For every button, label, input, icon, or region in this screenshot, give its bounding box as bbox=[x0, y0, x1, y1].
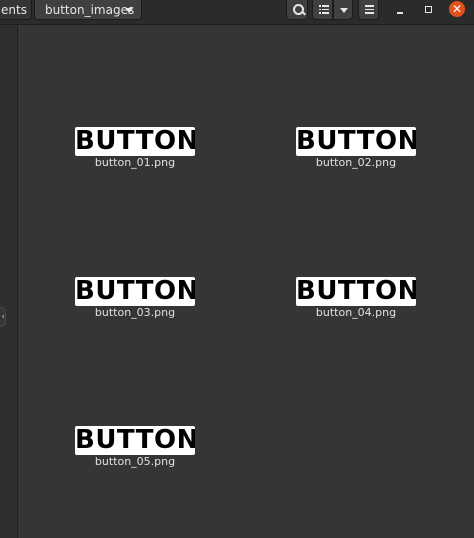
breadcrumb-parent-label: ents bbox=[1, 3, 27, 17]
file-thumbnail: BUTTON bbox=[75, 277, 195, 306]
chevron-down-icon bbox=[125, 8, 133, 13]
file-thumbnail: BUTTON bbox=[75, 426, 195, 455]
sidebar-collapsed bbox=[0, 25, 18, 538]
file-manager-window: ents button_images ✕ ‹ BUTTON button_01.… bbox=[0, 0, 474, 538]
chevron-down-icon bbox=[340, 8, 348, 13]
file-item[interactable]: BUTTON button_04.png bbox=[291, 277, 421, 319]
close-button[interactable]: ✕ bbox=[449, 1, 465, 17]
file-name: button_01.png bbox=[94, 156, 176, 169]
file-item[interactable]: BUTTON button_03.png bbox=[70, 277, 200, 319]
list-view-icon bbox=[319, 5, 329, 14]
file-item[interactable]: BUTTON button_02.png bbox=[291, 127, 421, 169]
file-name: button_04.png bbox=[315, 306, 397, 319]
hamburger-menu-icon bbox=[365, 5, 374, 14]
file-thumbnail: BUTTON bbox=[75, 127, 195, 156]
view-options-dropdown-button[interactable] bbox=[333, 0, 353, 20]
sidebar-toggle-handle[interactable]: ‹ bbox=[0, 307, 6, 327]
chevron-left-icon: ‹ bbox=[1, 312, 5, 322]
file-name: button_03.png bbox=[94, 306, 176, 319]
file-name: button_02.png bbox=[315, 156, 397, 169]
file-grid: BUTTON button_01.png BUTTON button_02.pn… bbox=[18, 25, 474, 538]
header-bar: ents button_images ✕ bbox=[0, 0, 474, 25]
breadcrumb-parent[interactable]: ents bbox=[0, 0, 32, 20]
file-item[interactable]: BUTTON button_05.png bbox=[70, 426, 200, 468]
file-item[interactable]: BUTTON button_01.png bbox=[70, 127, 200, 169]
file-thumbnail: BUTTON bbox=[296, 127, 416, 156]
view-mode-button[interactable] bbox=[312, 0, 333, 20]
maximize-button[interactable] bbox=[422, 3, 436, 17]
minimize-button[interactable] bbox=[393, 3, 407, 17]
search-button[interactable] bbox=[286, 0, 308, 20]
main-menu-button[interactable] bbox=[358, 0, 379, 20]
breadcrumb-current[interactable]: button_images bbox=[34, 0, 142, 20]
file-name: button_05.png bbox=[94, 455, 176, 468]
close-icon: ✕ bbox=[451, 2, 463, 16]
file-thumbnail: BUTTON bbox=[296, 277, 416, 306]
search-icon-handle bbox=[301, 10, 306, 16]
breadcrumb-current-label: button_images bbox=[45, 3, 135, 17]
